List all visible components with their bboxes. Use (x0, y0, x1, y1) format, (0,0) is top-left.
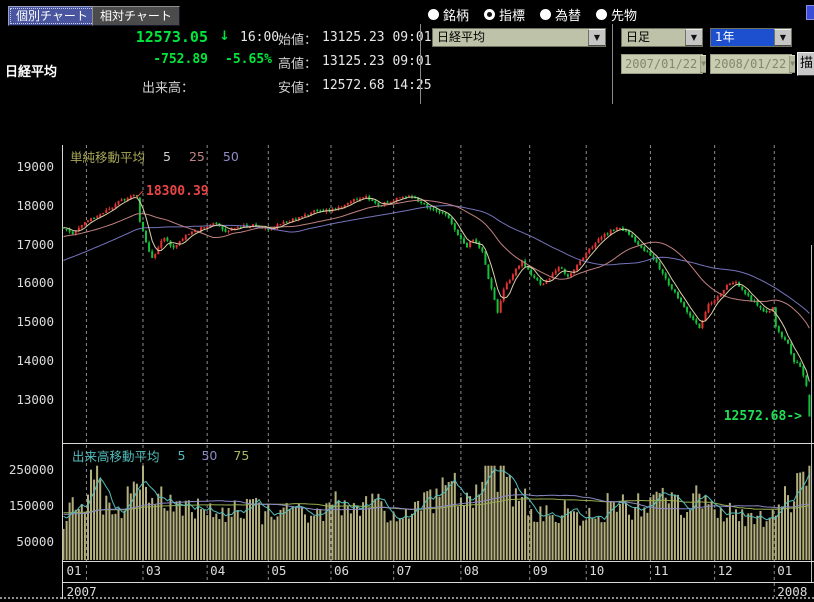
radio-stock[interactable]: 銘柄 (428, 5, 469, 24)
volume-label: 出来高： (142, 77, 194, 96)
price-ma-legend: 単純移動平均 5 25 50 (70, 147, 239, 166)
volume-ma5-label: 5 (178, 448, 186, 463)
volume-ma-legend-title: 出来高移動平均 (72, 446, 160, 465)
chart-app-window: { "tabs": [ {"label": "個別チャート", "active"… (0, 0, 814, 602)
low-label: 安値： (278, 77, 317, 96)
svg-text:06: 06 (334, 563, 349, 578)
price-ma50-label: 50 (223, 149, 239, 164)
chevron-down-icon[interactable]: ▼ (588, 29, 605, 46)
radio-circle-selected-icon (484, 9, 495, 20)
y-axis-label: 150000 (9, 498, 54, 513)
price-change-percent: -5.65% (208, 52, 272, 67)
last-price-annotation: 12572.68-> (662, 409, 802, 424)
svg-text:05: 05 (271, 563, 286, 578)
volume-ma75-label: 75 (233, 448, 249, 463)
quote-time: 16:00 (240, 30, 279, 45)
range-select-value: 1年 (711, 29, 774, 46)
radio-futures-label: 先物 (611, 5, 637, 24)
symbol-select[interactable]: 日経平均 ▼ (432, 28, 606, 47)
peak-price-annotation: 18300.39 (146, 184, 209, 199)
chevron-down-icon[interactable]: ▼ (685, 29, 702, 46)
price-volume-axis-labels: 19000 18000 17000 16000 15000 14000 13000 25000… (0, 145, 58, 600)
period-select-value: 日足 (622, 29, 685, 46)
y-axis-label: 13000 (16, 392, 54, 407)
svg-text:01: 01 (67, 563, 82, 578)
svg-text:07: 07 (397, 563, 412, 578)
radio-stock-label: 銘柄 (443, 5, 469, 24)
svg-text:11: 11 (653, 563, 668, 578)
chevron-down-icon[interactable]: ▼ (774, 29, 791, 46)
price-ma25-label: 25 (189, 149, 205, 164)
svg-text:12: 12 (718, 563, 733, 578)
chevron-down-icon: ▼ (789, 55, 795, 73)
period-select[interactable]: 日足 ▼ (621, 28, 703, 47)
date-to-input[interactable]: 2008/01/22 ▼ (710, 54, 792, 74)
svg-text:04: 04 (210, 563, 225, 578)
price-change: -752.89 (120, 52, 208, 67)
window-edge-fragment (806, 5, 814, 20)
radio-circle-icon (540, 9, 551, 20)
open-value: 13125.23 09:01 (322, 30, 432, 45)
header-separator (420, 24, 421, 104)
symbol-select-value: 日経平均 (433, 29, 588, 46)
tab-individual-chart[interactable]: 個別チャート (8, 6, 96, 26)
y-axis-label: 17000 (16, 237, 54, 252)
svg-text:01: 01 (777, 563, 792, 578)
tab-relative-chart[interactable]: 相対チャート (92, 6, 180, 26)
svg-text:08: 08 (464, 563, 479, 578)
y-axis-label: 19000 (16, 159, 54, 174)
date-to-value: 2008/01/22 (711, 55, 789, 73)
last-price: 12573.05 (112, 28, 208, 46)
y-axis-label: 14000 (16, 353, 54, 368)
radio-circle-icon (428, 9, 439, 20)
radio-futures[interactable]: 先物 (596, 5, 637, 24)
open-label: 始値： (278, 29, 317, 48)
header-separator (612, 24, 613, 104)
svg-text:03: 03 (146, 563, 161, 578)
bottom-scroll-track[interactable] (0, 597, 814, 599)
radio-index-label: 指標 (499, 5, 525, 24)
radio-circle-icon (596, 9, 607, 20)
y-axis-label: 18000 (16, 198, 54, 213)
y-axis-label: 50000 (16, 534, 54, 549)
y-axis-label: 250000 (9, 462, 54, 477)
range-select[interactable]: 1年 ▼ (710, 28, 792, 47)
y-axis-label: 15000 (16, 314, 54, 329)
candlestick-volume-chart[interactable]: 01030405060708091011120120072008 (62, 145, 814, 600)
draw-button[interactable]: 描 (797, 52, 814, 76)
down-arrow-icon: ↓ (214, 29, 230, 44)
price-ma5-label: 5 (163, 149, 171, 164)
instrument-name: 日経平均 (5, 61, 57, 80)
high-value: 13125.23 09:01 (322, 54, 432, 69)
radio-index[interactable]: 指標 (484, 5, 525, 24)
category-radio-group: 銘柄 指標 為替 先物 (428, 5, 637, 24)
date-from-input[interactable]: 2007/01/22 ▼ (621, 54, 703, 74)
chevron-down-icon: ▼ (700, 55, 706, 73)
y-axis-label: 16000 (16, 275, 54, 290)
radio-forex-label: 為替 (555, 5, 581, 24)
high-label: 高値： (278, 53, 317, 72)
svg-text:10: 10 (589, 563, 604, 578)
date-from-value: 2007/01/22 (622, 55, 700, 73)
radio-forex[interactable]: 為替 (540, 5, 581, 24)
volume-ma50-label: 50 (201, 448, 217, 463)
volume-ma-legend: 出来高移動平均 5 50 75 (72, 446, 249, 465)
chart-area[interactable]: 01030405060708091011120120072008 単純移動平均 … (62, 145, 814, 600)
svg-text:09: 09 (533, 563, 548, 578)
low-value: 12572.68 14:25 (322, 78, 432, 93)
price-ma-legend-title: 単純移動平均 (70, 147, 145, 166)
